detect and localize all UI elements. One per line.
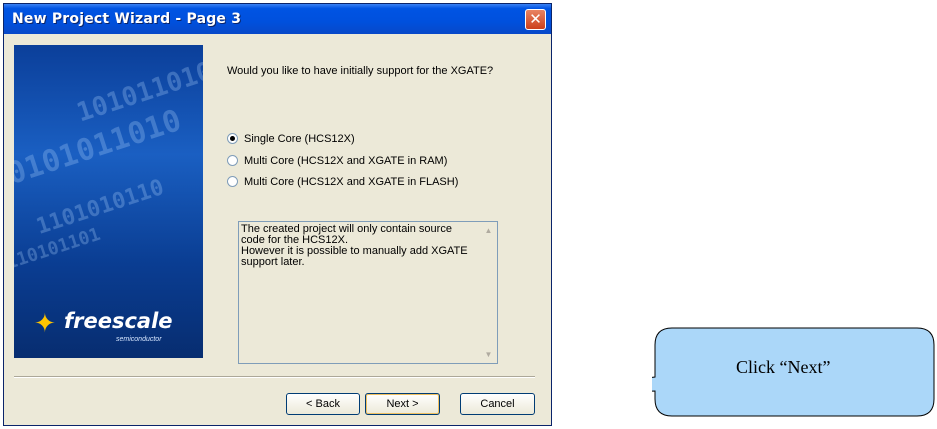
radio-button[interactable] [227,176,238,187]
radio-button[interactable] [227,155,238,166]
callout-text: Click “Next” [736,357,831,377]
brand-logo-text: freescale [64,309,173,333]
description-text: The created project will only contain so… [241,223,468,268]
binary-pattern: 1101010110 [33,175,168,240]
title-bar: New Project Wizard - Page 3 ✕ [4,4,551,34]
radio-button[interactable] [227,133,238,144]
cancel-button[interactable]: Cancel [460,393,535,415]
divider [14,376,535,378]
close-button[interactable]: ✕ [525,9,546,30]
option-multi-core-ram[interactable]: Multi Core (HCS12X and XGATE in RAM) [227,155,447,167]
option-multi-core-flash[interactable]: Multi Core (HCS12X and XGATE in FLASH) [227,176,458,188]
next-button[interactable]: Next > [365,393,440,415]
option-label: Multi Core (HCS12X and XGATE in RAM) [244,155,448,167]
description-textarea[interactable]: The created project will only contain so… [238,221,498,364]
scroll-down-icon[interactable]: ▼ [481,347,496,362]
close-icon: ✕ [529,10,542,28]
back-button[interactable]: < Back [286,393,360,415]
brand-logo-subtext: semiconductor [116,336,162,343]
option-single-core[interactable]: Single Core (HCS12X) [227,133,355,145]
scroll-up-icon[interactable]: ▲ [481,223,496,238]
freescale-logo-icon: ✦ [34,309,56,339]
vertical-scrollbar[interactable]: ▲ ▼ [481,223,496,362]
option-label: Multi Core (HCS12X and XGATE in FLASH) [244,176,459,188]
option-label: Single Core (HCS12X) [244,133,355,145]
brand-image: 1010110101 0101011010 1101010110 0110101… [14,45,203,358]
window-title: New Project Wizard - Page 3 [12,11,242,27]
question-text: Would you like to have initially support… [227,65,494,77]
